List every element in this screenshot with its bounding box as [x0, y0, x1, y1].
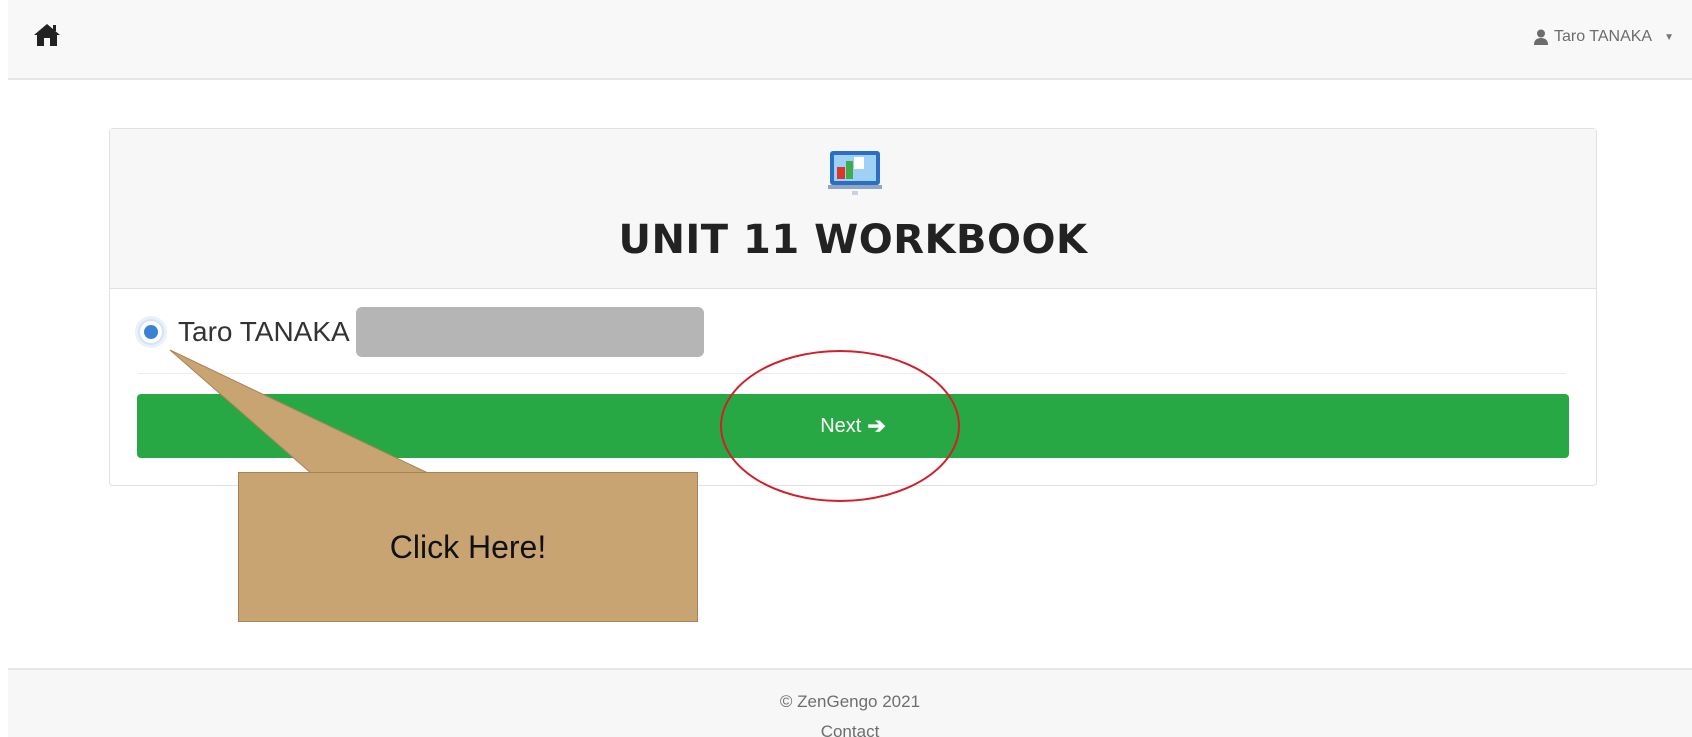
workbook-icon	[824, 147, 886, 203]
user-icon	[1533, 29, 1548, 45]
next-button[interactable]: Next ➔	[137, 394, 1569, 458]
student-radio-option[interactable]: Taro TANAKA	[138, 307, 704, 357]
chevron-down-icon: ▼	[1664, 31, 1674, 43]
next-button-label: Next	[820, 414, 862, 437]
page-title: UNIT 11 WORKBOOK	[618, 217, 1088, 263]
top-navbar: Taro TANAKA ▼	[8, 0, 1692, 80]
redacted-block	[355, 307, 704, 357]
radio-selected-dot	[144, 325, 158, 339]
student-radio-button[interactable]	[138, 319, 164, 345]
user-name: Taro TANAKA	[1553, 28, 1653, 45]
home-icon[interactable]	[32, 20, 62, 50]
student-name-label: Taro TANAKA	[178, 316, 350, 347]
user-menu-dropdown[interactable]: Taro TANAKA ▼	[1533, 25, 1674, 49]
workbook-card: UNIT 11 WORKBOOK Taro TANAKA Next ➔	[109, 128, 1597, 486]
card-header: UNIT 11 WORKBOOK	[110, 129, 1596, 289]
callout-text: Click Here!	[389, 528, 547, 565]
callout-box: Click Here!	[238, 472, 698, 622]
footer: © ZenGengo 2021 Contact	[8, 668, 1692, 737]
divider	[138, 373, 1566, 374]
contact-link[interactable]: Contact	[8, 722, 1692, 737]
copyright-text: © ZenGengo 2021	[779, 692, 921, 711]
arrow-right-icon: ➔	[867, 413, 886, 438]
